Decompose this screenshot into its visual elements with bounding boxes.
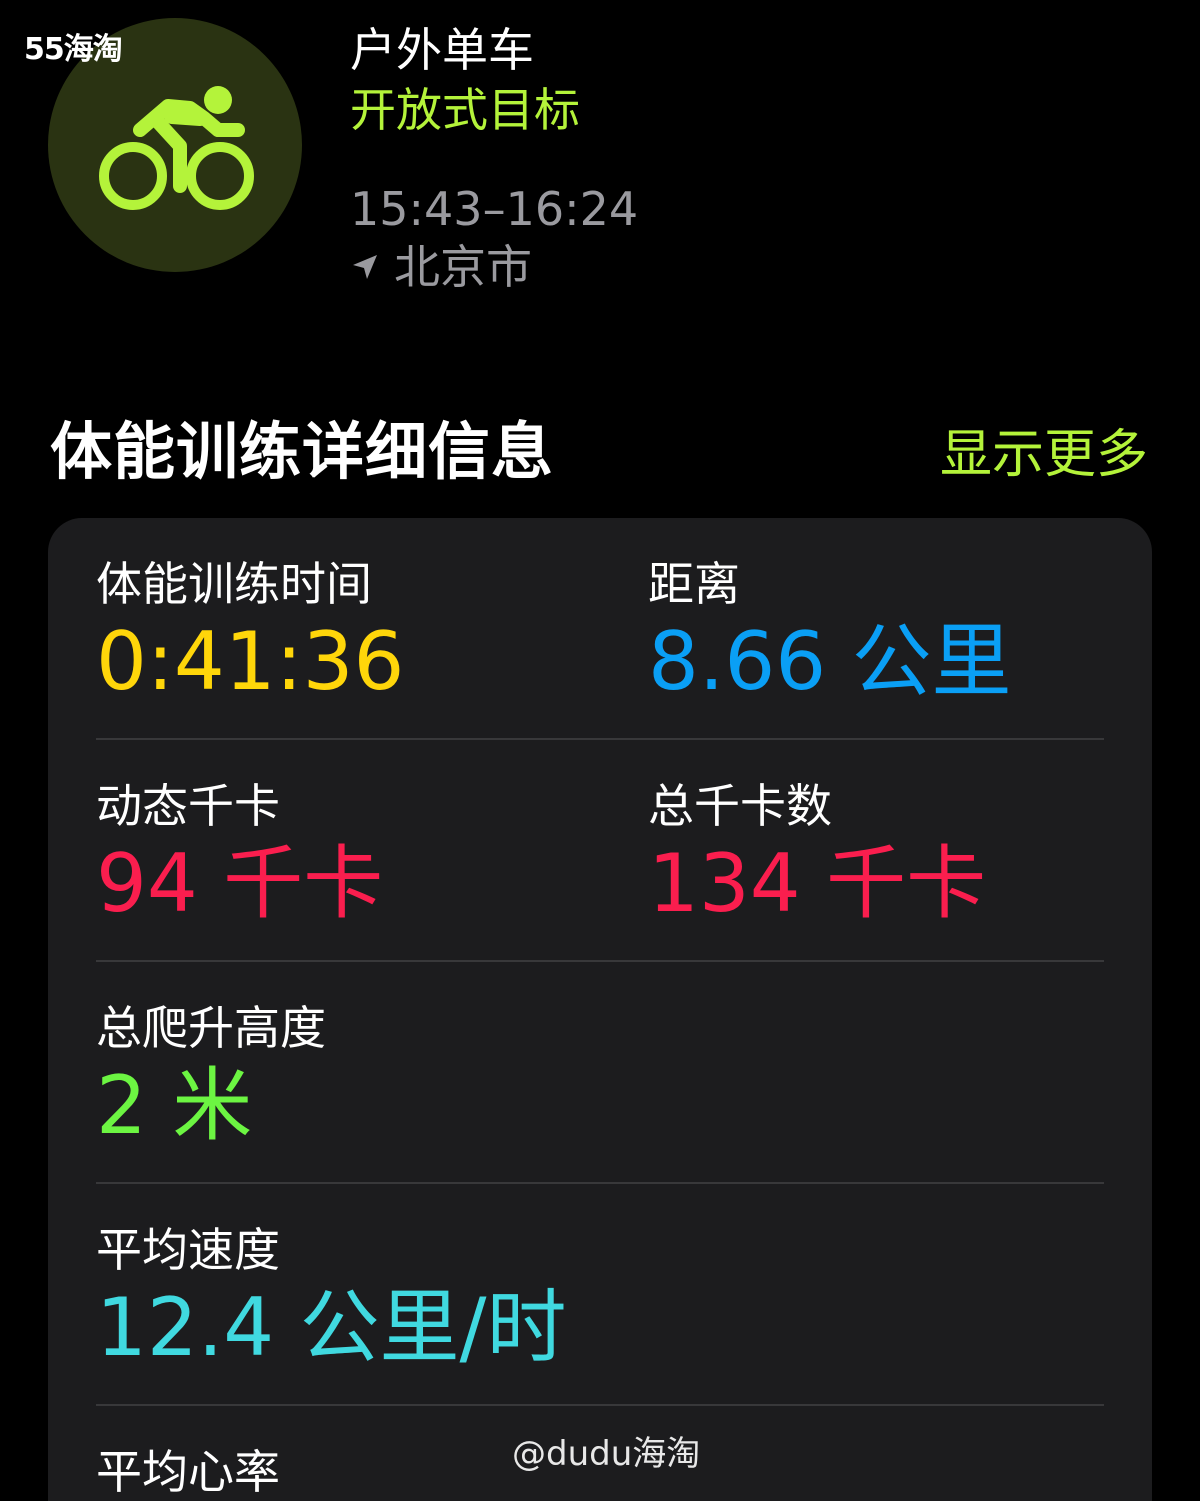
metric-distance: 距离 8.66 公里 (648, 554, 1012, 710)
metric-active-kcal: 动态千卡 94 千卡 (96, 776, 383, 932)
workout-goal: 开放式目标 (350, 83, 580, 137)
location-arrow-icon (353, 255, 377, 279)
watermark-top: 55海淘 (24, 32, 123, 67)
workout-details-card: 体能训练时间 0:41:36 距离 8.66 公里 动态千卡 94 千卡 总千卡… (48, 518, 1152, 1501)
total-kcal-unit: 千卡 (826, 837, 987, 930)
metric-label: 平均心率 (96, 1445, 280, 1499)
metric-value: 2 米 (96, 1058, 326, 1154)
metric-label: 动态千卡 (96, 779, 280, 833)
active-kcal-value: 94 (96, 837, 198, 930)
total-kcal-value: 134 (648, 837, 801, 930)
workout-type-title: 户外单车 (350, 23, 534, 77)
metric-value: 94 千卡 (96, 836, 383, 932)
metric-label: 总爬升高度 (96, 1001, 326, 1055)
metric-value: 134 千卡 (648, 836, 986, 932)
workout-header: 户外单车 开放式目标 15:43–16:24 北京市 (350, 20, 638, 296)
section-title: 体能训练详细信息 (50, 415, 555, 488)
show-more-link[interactable]: 显示更多 (940, 420, 1148, 490)
metric-label: 体能训练时间 (96, 557, 372, 611)
watermark-bottom: @dudu海淘 (512, 1434, 701, 1474)
metric-label: 距离 (648, 557, 740, 611)
metric-avg-speed: 平均速度 12.4 公里/时 (96, 1220, 567, 1376)
distance-value: 8.66 (648, 615, 827, 708)
workout-time-range: 15:43–16:24 (350, 182, 639, 236)
elevation-value: 2 (96, 1059, 147, 1152)
metric-avg-heart-rate: 平均心率 (96, 1442, 280, 1501)
elevation-unit: 米 (172, 1059, 253, 1152)
duration-value: 0:41:36 (96, 615, 405, 708)
active-kcal-unit: 千卡 (223, 837, 384, 930)
divider (96, 960, 1104, 962)
metric-value: 8.66 公里 (648, 614, 1012, 710)
avg-speed-unit: 公里/时 (299, 1281, 567, 1374)
divider (96, 1404, 1104, 1406)
metric-total-kcal: 总千卡数 134 千卡 (648, 776, 986, 932)
divider (96, 738, 1104, 740)
avg-speed-value: 12.4 (96, 1281, 275, 1374)
metric-elevation: 总爬升高度 2 米 (96, 998, 326, 1154)
workout-location: 北京市 (350, 238, 638, 296)
metric-label: 平均速度 (96, 1223, 280, 1277)
metric-duration: 体能训练时间 0:41:36 (96, 554, 404, 710)
metric-label: 总千卡数 (648, 779, 832, 833)
divider (96, 1182, 1104, 1184)
metric-value: 0:41:36 (96, 614, 404, 710)
distance-unit: 公里 (851, 615, 1012, 708)
metric-value: 12.4 公里/时 (96, 1280, 567, 1376)
location-label: 北京市 (394, 240, 532, 294)
